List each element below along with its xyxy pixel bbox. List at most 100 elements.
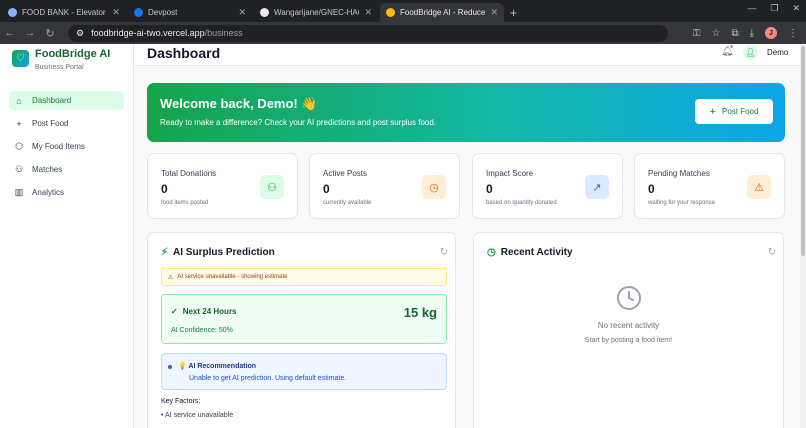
download-icon[interactable]: ⤓ xyxy=(750,28,754,39)
user-menu[interactable]: 👤︎ Demo xyxy=(743,45,788,60)
user-icon: 👤︎ xyxy=(743,45,758,60)
sidebar-nav: ⌂ Dashboard + Post Food ⬡ My Food Items … xyxy=(0,80,133,202)
browser-tab-1[interactable]: Devpost ✕ xyxy=(128,3,252,22)
address-bar[interactable]: ⚙ foodbridge-ai-two.vercel.app/business xyxy=(68,24,668,42)
stat-card-impact-score: Impact Score 0 based on quantity donated… xyxy=(472,153,623,219)
stat-label: Impact Score xyxy=(486,169,534,178)
sidebar-item-analytics[interactable]: ▥ Analytics xyxy=(9,183,124,202)
card-title: ◷ Recent Activity xyxy=(487,247,573,258)
package-icon: ⬡ xyxy=(15,141,23,151)
key-factors-label: Key Factors: xyxy=(161,398,201,405)
stat-label: Total Donations xyxy=(161,169,217,178)
minimize-icon[interactable]: — xyxy=(747,3,756,14)
sidebar-item-label: Analytics xyxy=(32,188,65,197)
welcome-title: Welcome back, Demo! 👋 xyxy=(160,96,318,111)
stat-value: 0 xyxy=(486,182,493,196)
welcome-text: Ready to make a difference? Check your A… xyxy=(160,118,437,127)
sidebar: ♡ FoodBridge AI Business Portal ⌂ Dashbo… xyxy=(0,44,134,428)
close-icon[interactable]: ✕ xyxy=(238,7,246,18)
users-icon: ⚇ xyxy=(14,164,24,174)
main-content: Dashboard 🔔︎ 👤︎ Demo Welcome back, Demo!… xyxy=(134,44,806,428)
sidebar-item-matches[interactable]: ⚇ Matches xyxy=(9,160,124,179)
close-icon[interactable]: ✕ xyxy=(364,7,372,18)
stat-sub: based on quantity donated xyxy=(486,200,557,206)
close-icon[interactable]: ✕ xyxy=(112,7,120,18)
zap-icon: ⚡︎ xyxy=(161,247,169,258)
sidebar-item-label: My Food Items xyxy=(32,142,85,151)
empty-title: No recent activity xyxy=(597,321,660,330)
stat-sub: currently available xyxy=(323,200,372,206)
sidebar-item-post-food[interactable]: + Post Food xyxy=(9,114,124,133)
tab-favicon-icon xyxy=(260,8,269,17)
plus-icon: + xyxy=(709,105,716,118)
stat-card-active-posts: Active Posts 0 currently available ◷ xyxy=(309,153,460,219)
sidebar-item-label: Dashboard xyxy=(32,96,72,105)
recommendation-title: 💡 AI Recommendation xyxy=(178,363,257,370)
clock-icon: ◷ xyxy=(422,175,446,199)
forward-icon[interactable]: → xyxy=(20,27,40,39)
top-header: Dashboard 🔔︎ 👤︎ Demo xyxy=(134,44,806,66)
stat-value: 0 xyxy=(161,182,168,196)
brand-subtitle: Business Portal xyxy=(35,64,84,71)
clock-icon: ◷ xyxy=(487,247,496,258)
stat-card-total-donations: Total Donations 0 food items posted ⚇ xyxy=(147,153,298,219)
brand-name: FoodBridge AI xyxy=(35,48,111,60)
prediction-box: ✓ Next 24 Hours 15 kg AI Confidence: 50% xyxy=(161,294,447,344)
prediction-amount: 15 kg xyxy=(403,305,437,320)
tab-favicon-icon xyxy=(134,8,143,17)
close-icon[interactable]: ✕ xyxy=(490,7,498,18)
stat-label: Active Posts xyxy=(323,169,368,178)
sidebar-item-dashboard[interactable]: ⌂ Dashboard xyxy=(9,91,124,110)
site-info-icon[interactable]: ⚙ xyxy=(76,28,84,39)
browser-toolbar: ← → ↻ ⚙ foodbridge-ai-two.vercel.app/bus… xyxy=(0,22,806,44)
key-icon[interactable]: ⚿ xyxy=(693,28,701,39)
stat-label: Pending Matches xyxy=(648,169,710,178)
refresh-icon[interactable]: ↻ xyxy=(440,247,448,258)
browser-tab-0[interactable]: FOOD BANK - Elevator pitch h ✕ xyxy=(2,3,126,22)
post-food-button[interactable]: + Post Food xyxy=(695,99,773,124)
menu-icon[interactable]: ⋮ xyxy=(788,28,798,39)
window-controls: — ❐ ✕ xyxy=(747,3,800,14)
stat-sub: food items posted xyxy=(161,200,209,206)
browser-tab-bar: FOOD BANK - Elevator pitch h ✕ Devpost ✕… xyxy=(0,0,806,22)
new-tab-icon[interactable]: + xyxy=(510,3,517,22)
window-close-icon[interactable]: ✕ xyxy=(792,3,800,14)
reload-icon[interactable]: ↻ xyxy=(40,27,60,40)
warning-icon: ⚠ xyxy=(168,274,174,281)
welcome-banner: Welcome back, Demo! 👋 Ready to make a di… xyxy=(147,83,785,142)
users-icon: ⚇ xyxy=(260,175,284,199)
browser-tab-3[interactable]: FoodBridge AI - Reduce Food V ✕ xyxy=(380,3,504,22)
warning-banner: ⚠ AI service unavailable - showing estim… xyxy=(161,268,447,286)
recommendation-box: 💡 AI Recommendation Unable to get AI pre… xyxy=(161,353,447,390)
bar-chart-icon: ▥ xyxy=(14,187,24,197)
trending-up-icon: ↗ xyxy=(585,175,609,199)
bullet-dot xyxy=(168,365,172,369)
list-item: • AI service unavailable xyxy=(161,412,234,419)
clock-icon xyxy=(617,286,641,310)
brand[interactable]: ♡ FoodBridge AI Business Portal xyxy=(0,44,133,80)
scrollbar[interactable] xyxy=(800,44,806,428)
sidebar-item-my-food-items[interactable]: ⬡ My Food Items xyxy=(9,137,124,156)
maximize-icon[interactable]: ❐ xyxy=(770,3,778,14)
browser-tab-2[interactable]: Wangarijane/GNEC-HACKATH ✕ xyxy=(254,3,378,22)
tab-favicon-icon xyxy=(8,8,17,17)
recommendation-text: Unable to get AI prediction. Using defau… xyxy=(189,375,347,382)
back-icon[interactable]: ← xyxy=(0,27,20,39)
post-food-label: Post Food xyxy=(721,107,759,116)
scrollbar-thumb[interactable] xyxy=(801,46,805,256)
recent-activity-card: ◷ Recent Activity ↻ No recent activity S… xyxy=(473,232,784,428)
url-path: /business xyxy=(204,28,243,38)
check-circle-icon: ✓ xyxy=(171,307,178,316)
refresh-icon[interactable]: ↻ xyxy=(768,247,776,258)
sidebar-item-label: Matches xyxy=(32,165,63,174)
stat-value: 0 xyxy=(323,182,330,196)
url-host: foodbridge-ai-two.vercel.app xyxy=(91,28,205,38)
bookmark-star-icon[interactable]: ☆ xyxy=(711,28,720,39)
stat-sub: waiting for your response xyxy=(648,200,716,206)
prediction-confidence: AI Confidence: 50% xyxy=(171,327,233,334)
app: ♡ FoodBridge AI Business Portal ⌂ Dashbo… xyxy=(0,44,806,428)
profile-avatar[interactable]: J xyxy=(765,27,777,39)
ai-prediction-card: ⚡︎ AI Surplus Prediction ↻ ⚠ AI service … xyxy=(147,232,456,428)
alert-triangle-icon: ⚠ xyxy=(747,175,771,199)
extensions-icon[interactable]: ⧉ xyxy=(731,28,738,39)
